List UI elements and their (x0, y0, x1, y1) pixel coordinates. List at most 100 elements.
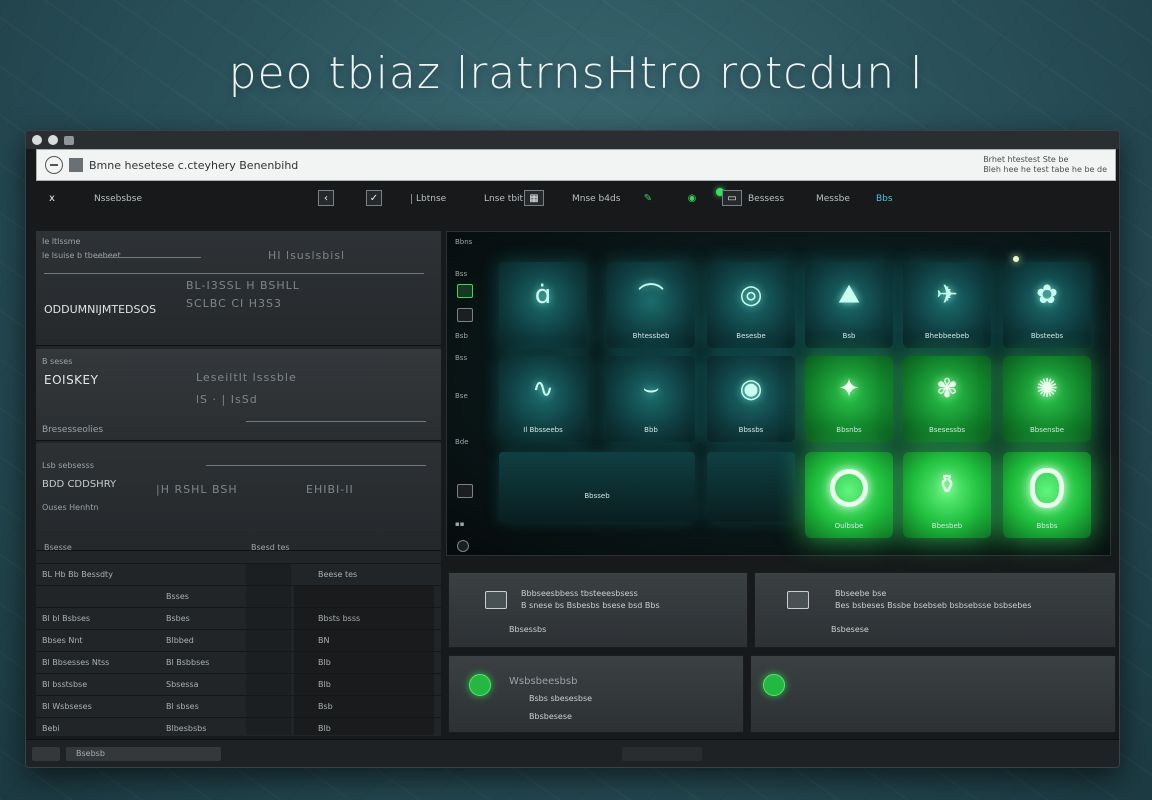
grid-icon[interactable]: ▦ (524, 190, 544, 206)
toolbar-menu-label[interactable]: Nssebsbse (94, 194, 142, 204)
table-cell: Bl Bbsesses Ntss (42, 658, 110, 667)
visual-tile[interactable]: ⛰ Bsb (805, 262, 893, 348)
back-icon[interactable]: ‹ (318, 190, 334, 206)
info-card[interactable] (750, 655, 1116, 733)
info-card[interactable]: Bbseebe bse Bes bsbeses Bssbe bsebseb bs… (754, 572, 1116, 648)
window-titlebar (26, 131, 1119, 149)
table-row[interactable]: Bl bl Bsbses Bsbes Bbsts bsss (36, 607, 441, 629)
table-cell: Bbses Nnt (42, 636, 83, 645)
globe-icon (45, 156, 63, 174)
visual-tile[interactable]: ◉ Bbssbs (707, 356, 795, 442)
divider (44, 273, 424, 274)
section-title: ODDUMNIJMTEDSOS (44, 303, 157, 316)
divider (206, 465, 426, 466)
visual-tile[interactable]: ⌣ Bbb (607, 356, 695, 442)
section-subheader: le lsuise b tbeebeet (42, 251, 121, 260)
address-info-line1: Brhet htestest Ste be (983, 155, 1069, 164)
visual-tile[interactable]: ✿ Bbsteebs (1003, 262, 1091, 348)
table-row[interactable]: Bl bsstsbse Sbsessa Blb (36, 673, 441, 695)
toolbar-item-3[interactable]: Mnse b4ds (572, 194, 620, 204)
section-title: EOISKEY (44, 373, 99, 387)
side-item[interactable]: Bde (455, 438, 469, 446)
visual-tile[interactable]: Oulbsbe (805, 452, 893, 538)
visual-tile-wide[interactable]: Bbsseb (499, 452, 695, 522)
info-card[interactable]: Wsbsbeesbsb Bsbs sbesesbse Bbsbesese (448, 655, 744, 733)
tile-label: Oulbsbe (834, 522, 864, 530)
check-icon[interactable] (457, 484, 473, 498)
table-row[interactable]: BL Hb Bb Bessdty Beese tes (36, 563, 441, 585)
table-cell: Sbsessa (166, 680, 199, 689)
table-row[interactable]: Bsses (36, 585, 441, 607)
tile-label: Bbesbeb (931, 522, 963, 530)
toolbar-item-2[interactable]: Lnse tbit (484, 194, 523, 204)
table-cell: Bl Wsbseses (42, 702, 92, 711)
tile-label: Bbb (644, 426, 658, 434)
left-section-2[interactable]: B seses EOISKEY LeseiltIt lsssble lS · |… (36, 349, 441, 441)
toolbar-item-4[interactable]: Bessess (748, 194, 784, 204)
check-icon[interactable]: ✓ (366, 190, 382, 206)
tile-label: Bbsnbs (836, 426, 862, 434)
section-header: Lsb sebsesss (42, 461, 95, 470)
section-row-b: lS · | IsSd (196, 393, 258, 406)
record-icon[interactable] (457, 540, 469, 552)
side-item[interactable]: Bss (455, 270, 467, 278)
pen-icon[interactable]: ✎ (640, 190, 656, 206)
plant-icon: ɑ̇ (534, 279, 552, 310)
disc-icon: ◎ (739, 279, 763, 310)
section-row-b: EHIBI-II (306, 483, 354, 496)
visual-tile[interactable]: ✺ Bbsensbe (1003, 356, 1091, 442)
glow-dot (1013, 256, 1019, 262)
side-item[interactable]: Bse (455, 392, 468, 400)
visual-tile[interactable]: ◎ Besesbe (707, 262, 795, 348)
table-row[interactable]: Bl Bbsesses Ntss Bl Bsbbses Blb (36, 651, 441, 673)
table-cell: BN (318, 636, 330, 645)
visual-tile[interactable]: ✦ Bbsnbs (805, 356, 893, 442)
status-button[interactable] (32, 747, 60, 761)
window-close-icon[interactable] (32, 135, 42, 145)
table-row[interactable]: Bbses Nnt Blbbed BN (36, 629, 441, 651)
table-cell: Bl sbses (166, 702, 199, 711)
layers-icon[interactable] (457, 284, 473, 298)
visual-tile[interactable]: ⌒ Bhtessbeb (607, 262, 695, 348)
side-item[interactable]: Bss (455, 354, 467, 362)
nest-icon: ⌒ (637, 282, 665, 313)
window-minimize-icon[interactable] (48, 135, 58, 145)
table-row[interactable]: Bebi Blbesbsbs Blb (36, 717, 441, 735)
card-footer: Bbsbesese (529, 712, 572, 721)
tile-label: Bhebbeebeb (924, 332, 970, 340)
creature-icon: ✿ (1036, 279, 1058, 310)
toolbar: x Nssebsbse ‹ ✓ Lbtnse Lnse tbit ▦ Mnse … (26, 186, 1119, 214)
table-row[interactable]: Bl Wsbseses Bl sbses Bsb (36, 695, 441, 717)
side-header: Bbns (455, 238, 473, 246)
table-cell: Bebi (42, 724, 60, 733)
info-card[interactable]: Bbbseesbbess tbsteeesbsess B snese bs Bs… (448, 572, 748, 648)
tile-label: Bbssbs (738, 426, 764, 434)
visual-tile[interactable]: ✾ Bsesessbs (903, 356, 991, 442)
visual-tile[interactable]: ✈ Bhebbeebeb (903, 262, 991, 348)
toolbar-item-6[interactable]: Bbs (876, 194, 893, 204)
toolbar-item-1[interactable]: Lbtnse (411, 194, 446, 204)
ring-icon (1030, 468, 1064, 509)
tree-icon: ✾ (936, 373, 958, 404)
left-section-3[interactable]: Lsb sebsesss BDD CDDSHRY |H RSHL BSH EHI… (36, 443, 441, 551)
visual-tile[interactable]: ∿ Il Bbsseebs (499, 356, 587, 442)
camera-icon[interactable] (457, 308, 473, 322)
jet-icon: ✈ (936, 279, 958, 310)
visual-tile[interactable]: Bbsbs (1003, 452, 1091, 538)
address-info-line2: Bleh hee he test tabe he be de (983, 165, 1107, 174)
toolbar-item-5[interactable]: Messbe (816, 194, 850, 204)
visual-tile[interactable]: ɑ̇ (499, 262, 587, 348)
visual-tile[interactable]: ⚱ Bbesbeb (903, 452, 991, 538)
visual-tile-wide[interactable] (707, 452, 795, 522)
window-maximize-icon[interactable] (64, 135, 74, 145)
app-window: Bmne hesetese c.cteyhery Benenbihd Brhet… (25, 130, 1120, 768)
address-bar[interactable]: Bmne hesetese c.cteyhery Benenbihd Brhet… (36, 149, 1116, 181)
side-item[interactable]: Bsb (455, 332, 468, 340)
tile-label: Bbsteebs (1030, 332, 1064, 340)
close-icon[interactable]: x (44, 190, 60, 206)
globe-green-icon[interactable]: ◉ (684, 190, 700, 206)
panel-icon[interactable]: ▭ (722, 190, 742, 206)
left-section-1[interactable]: Ie ltlssme le lsuise b tbeebeet HI lsusl… (36, 231, 441, 346)
card-title: Bbseebe bse (835, 589, 887, 598)
section-row-b: SCLBC CI H3S3 (186, 297, 282, 310)
